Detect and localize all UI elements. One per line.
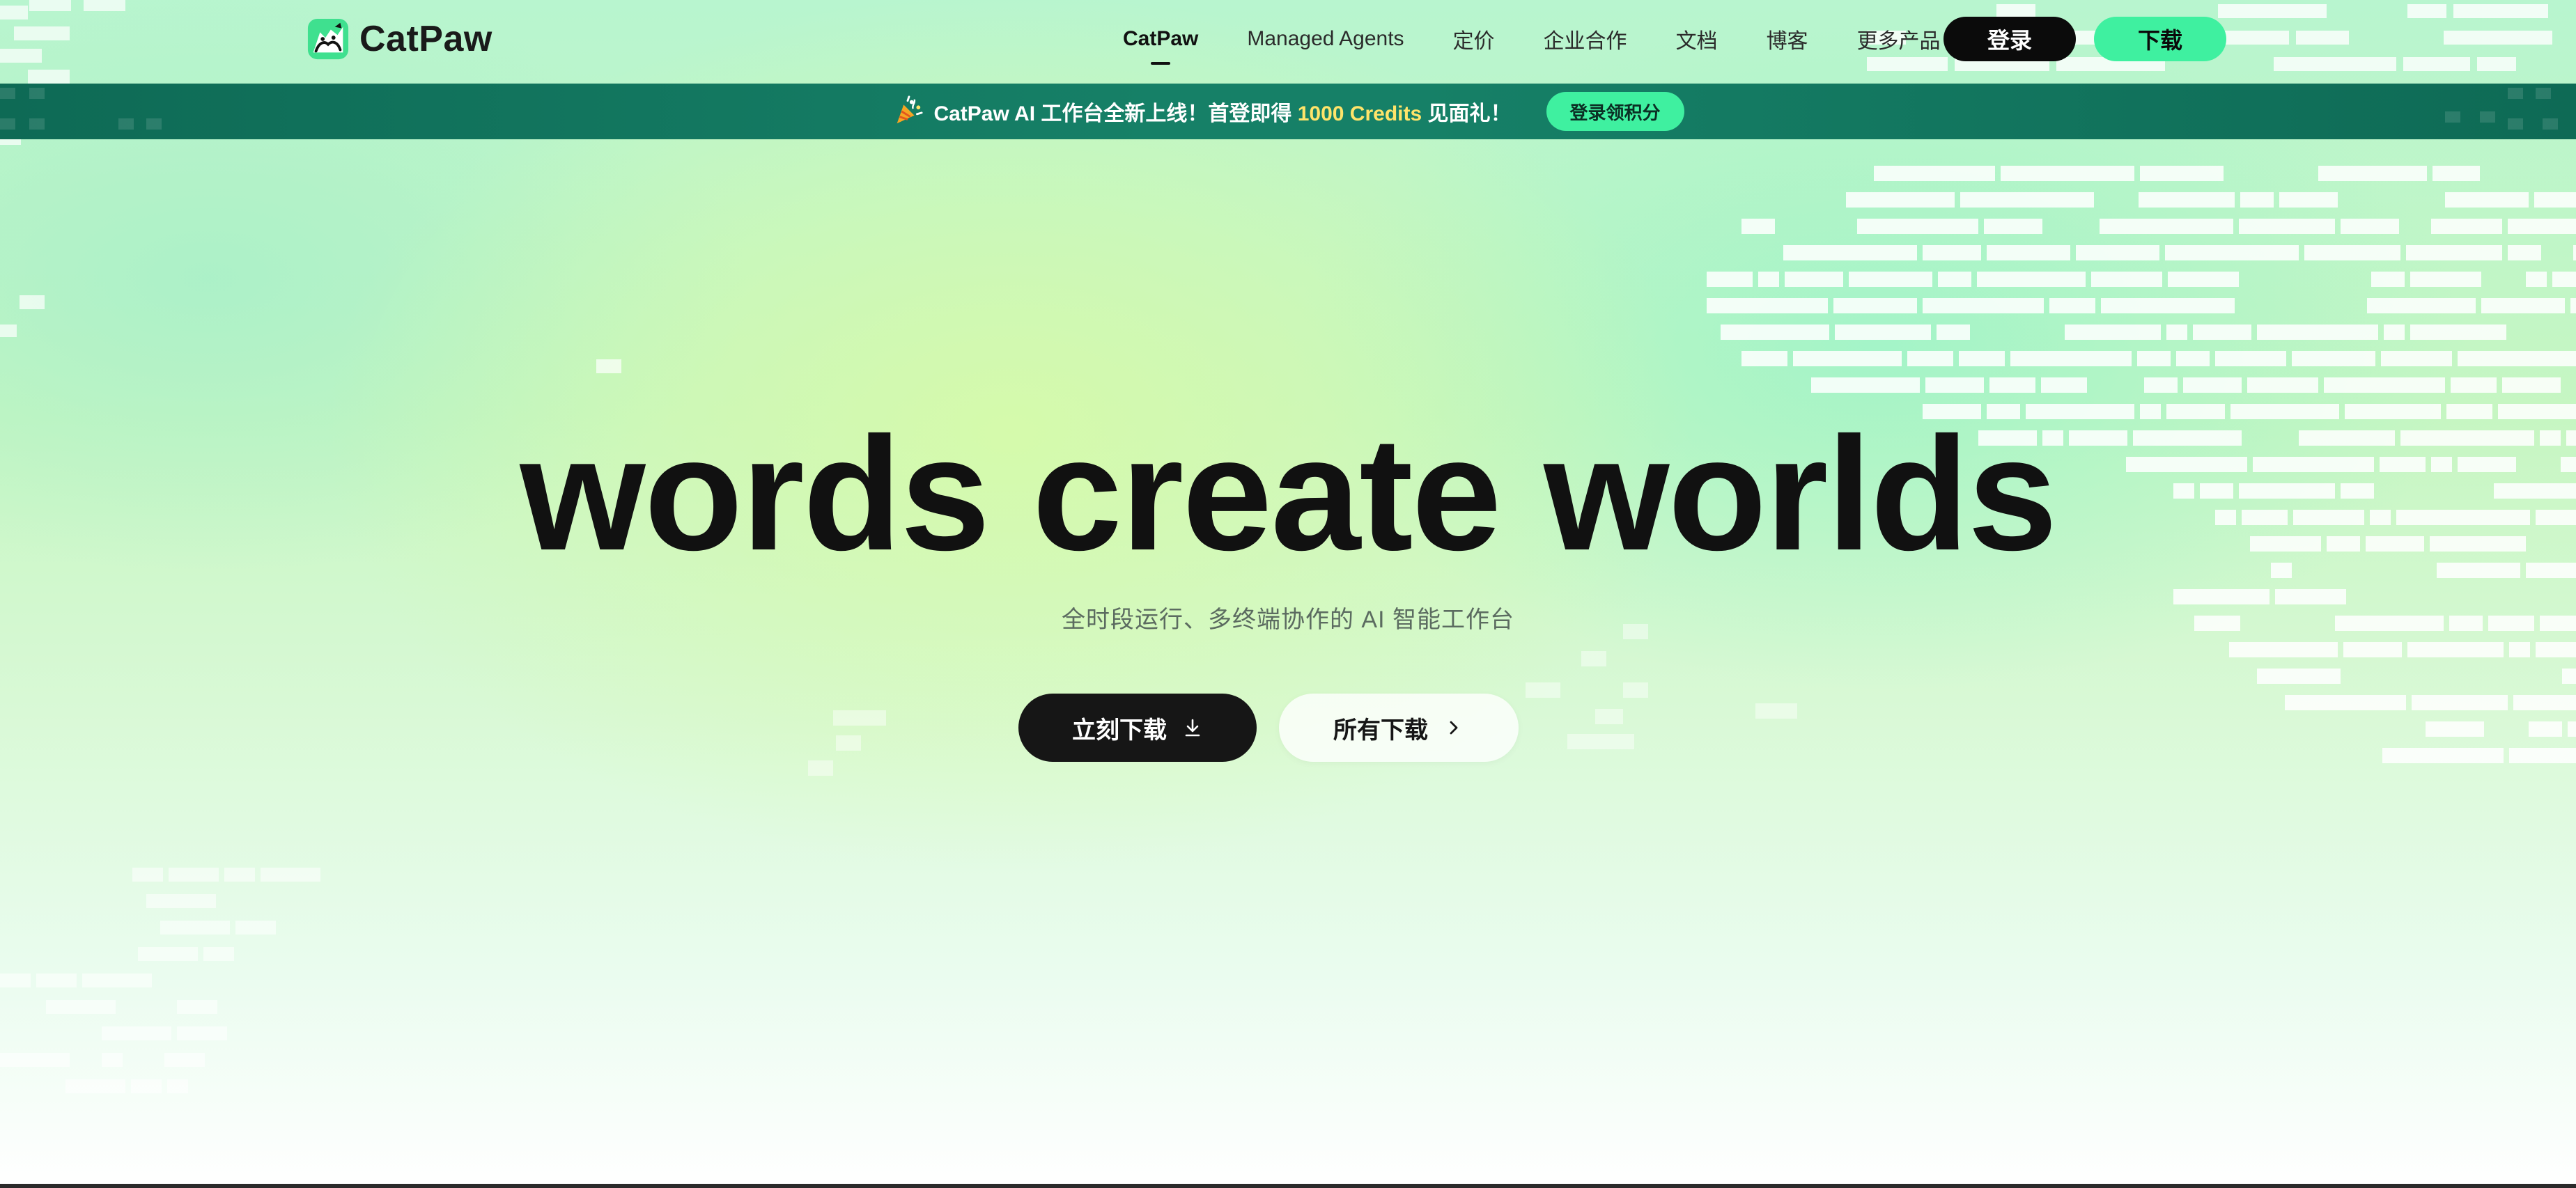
- hero-title: words create worlds: [520, 404, 2057, 584]
- hero-cta-group: 立刻下载 所有下载: [1018, 694, 1519, 762]
- hero-subtitle: 全时段运行、多终端协作的 AI 智能工作台: [1061, 607, 1514, 633]
- nav-item-1[interactable]: Managed Agents: [1247, 27, 1404, 51]
- download-now-button[interactable]: 立刻下载: [1018, 694, 1257, 762]
- all-downloads-button[interactable]: 所有下载: [1279, 694, 1519, 762]
- banner-text-before: CatPaw AI 工作台全新上线！首登即得: [933, 102, 1292, 125]
- banner-content: CatPaw AI 工作台全新上线！首登即得 1000 Credits 见面礼！…: [0, 84, 2576, 139]
- brand-name: CatPaw: [359, 19, 492, 59]
- nav-item-0[interactable]: CatPaw: [1123, 27, 1198, 51]
- nav-item-6[interactable]: 更多产品: [1857, 24, 1941, 54]
- main-nav: CatPaw Managed Agents 定价 企业合作 文档 博客 更多产品: [1123, 21, 1989, 57]
- top-header: CatPaw CatPaw Managed Agents 定价 企业合作 文档 博客 更多产…: [0, 0, 2576, 84]
- banner-text-after: 见面礼！: [1427, 102, 1512, 125]
- nav-item-4[interactable]: 文档: [1676, 24, 1718, 54]
- banner-highlight: 1000 Credits: [1297, 102, 1422, 125]
- brand-logo[interactable]: CatPaw: [307, 17, 492, 61]
- chevron-right-icon: [1450, 721, 1458, 735]
- announcement-banner: CatPaw AI 工作台全新上线！首登即得 1000 Credits 见面礼！…: [0, 84, 2576, 139]
- download-arrow-icon: [1185, 719, 1200, 737]
- banner-message: CatPaw AI 工作台全新上线！首登即得 1000 Credits 见面礼！: [933, 96, 1511, 127]
- download-now-label: 立刻下载: [1072, 717, 1167, 744]
- nav-item-3[interactable]: 企业合作: [1544, 24, 1627, 54]
- party-popper-icon: [897, 95, 924, 124]
- pixel-pattern-decoration: [0, 0, 2576, 1093]
- nav-item-2[interactable]: 定价: [1453, 24, 1495, 54]
- nav-item-5[interactable]: 博客: [1767, 24, 1808, 54]
- claim-credits-button[interactable]: 登录领积分: [1546, 92, 1684, 131]
- bottom-divider: [0, 1184, 2576, 1188]
- header-download-button[interactable]: 下载: [2094, 17, 2226, 61]
- login-button[interactable]: 登录: [1943, 17, 2076, 61]
- catpaw-logo-icon: [307, 18, 349, 60]
- page-root: CatPaw CatPaw Managed Agents 定价 企业合作 文档 博客 更多产…: [0, 0, 2576, 1188]
- all-downloads-label: 所有下载: [1333, 717, 1428, 744]
